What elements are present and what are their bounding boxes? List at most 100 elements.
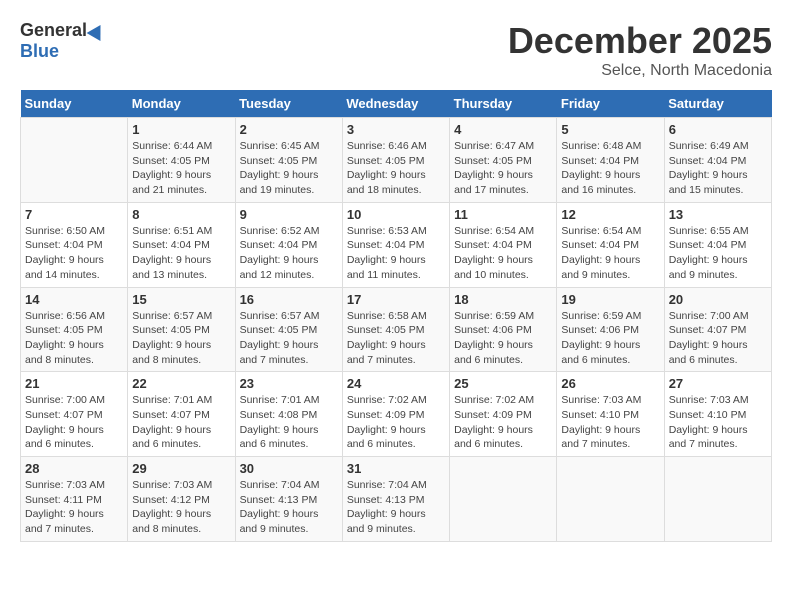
day-number: 20: [669, 292, 767, 307]
calendar-cell: 25Sunrise: 7:02 AM Sunset: 4:09 PM Dayli…: [450, 372, 557, 457]
calendar-cell: 28 Sunrise: 7:03 AM Sunset: 4:11 PM Dayli…: [21, 457, 128, 542]
day-number: 30: [240, 461, 338, 476]
calendar-cell: 24 Sunrise: 7:02 AM Sunset: 4:09 PM Dayli…: [342, 372, 449, 457]
week-row-4: 28 Sunrise: 7:03 AM Sunset: 4:11 PM Dayli…: [21, 457, 772, 542]
day-number: 17: [347, 292, 445, 307]
day-info: Sunrise: 6:59 AM Sunset: 4:06 PM Dayligh…: [454, 309, 552, 368]
day-info: Sunrise: 6:44 AM Sunset: 4:05 PM Dayligh…: [132, 139, 230, 198]
calendar-cell: 27Sunrise: 7:03 AM Sunset: 4:10 PM Dayli…: [664, 372, 771, 457]
day-info: Sunrise: 7:00 AM Sunset: 4:07 PM Dayligh…: [669, 309, 767, 368]
logo-blue-text: Blue: [20, 41, 59, 62]
calendar-cell: 26Sunrise: 7:03 AM Sunset: 4:10 PM Dayli…: [557, 372, 664, 457]
calendar-cell: 22Sunrise: 7:01 AM Sunset: 4:07 PM Dayli…: [128, 372, 235, 457]
day-number: 8: [132, 207, 230, 222]
day-number: 18: [454, 292, 552, 307]
day-number: 11: [454, 207, 552, 222]
weekday-header-monday: Monday: [128, 90, 235, 118]
title-block: December 2025 Selce, North Macedonia: [508, 20, 772, 80]
weekday-row: SundayMondayTuesdayWednesdayThursdayFrid…: [21, 90, 772, 118]
day-info: Sunrise: 7:03 AM Sunset: 4:12 PM Dayligh…: [132, 478, 230, 537]
calendar-cell: 3Sunrise: 6:46 AM Sunset: 4:05 PM Daylig…: [342, 118, 449, 203]
day-info: Sunrise: 6:45 AM Sunset: 4:05 PM Dayligh…: [240, 139, 338, 198]
day-number: 2: [240, 122, 338, 137]
day-number: 5: [561, 122, 659, 137]
calendar-cell: 1 Sunrise: 6:44 AM Sunset: 4:05 PM Daylig…: [128, 118, 235, 203]
calendar-cell: 30 Sunrise: 7:04 AM Sunset: 4:13 PM Dayli…: [235, 457, 342, 542]
day-info: Sunrise: 7:02 AM Sunset: 4:09 PM Dayligh…: [347, 393, 445, 452]
calendar-cell: 23 Sunrise: 7:01 AM Sunset: 4:08 PM Dayli…: [235, 372, 342, 457]
page-header: General Blue December 2025 Selce, North …: [20, 20, 772, 80]
calendar-title: December 2025: [508, 20, 772, 62]
day-info: Sunrise: 6:46 AM Sunset: 4:05 PM Dayligh…: [347, 139, 445, 198]
calendar-cell: 9 Sunrise: 6:52 AM Sunset: 4:04 PM Daylig…: [235, 202, 342, 287]
day-info: Sunrise: 6:47 AM Sunset: 4:05 PM Dayligh…: [454, 139, 552, 198]
calendar-cell: 29 Sunrise: 7:03 AM Sunset: 4:12 PM Dayli…: [128, 457, 235, 542]
day-number: 16: [240, 292, 338, 307]
calendar-header: SundayMondayTuesdayWednesdayThursdayFrid…: [21, 90, 772, 118]
calendar-cell: 5 Sunrise: 6:48 AM Sunset: 4:04 PM Daylig…: [557, 118, 664, 203]
day-number: 9: [240, 207, 338, 222]
day-number: 7: [25, 207, 123, 222]
day-info: Sunrise: 6:51 AM Sunset: 4:04 PM Dayligh…: [132, 224, 230, 283]
day-number: 10: [347, 207, 445, 222]
week-row-1: 7 Sunrise: 6:50 AM Sunset: 4:04 PM Daylig…: [21, 202, 772, 287]
day-info: Sunrise: 7:04 AM Sunset: 4:13 PM Dayligh…: [240, 478, 338, 537]
calendar-cell: 18 Sunrise: 6:59 AM Sunset: 4:06 PM Dayli…: [450, 287, 557, 372]
calendar-body: 1 Sunrise: 6:44 AM Sunset: 4:05 PM Daylig…: [21, 118, 772, 542]
logo-icon: [87, 20, 108, 40]
day-info: Sunrise: 6:58 AM Sunset: 4:05 PM Dayligh…: [347, 309, 445, 368]
calendar-cell: [664, 457, 771, 542]
day-number: 23: [240, 376, 338, 391]
day-number: 19: [561, 292, 659, 307]
calendar-cell: 13Sunrise: 6:55 AM Sunset: 4:04 PM Dayli…: [664, 202, 771, 287]
weekday-header-wednesday: Wednesday: [342, 90, 449, 118]
weekday-header-sunday: Sunday: [21, 90, 128, 118]
logo-general-text: General: [20, 20, 87, 41]
day-info: Sunrise: 6:57 AM Sunset: 4:05 PM Dayligh…: [132, 309, 230, 368]
calendar-cell: [557, 457, 664, 542]
day-number: 24: [347, 376, 445, 391]
day-info: Sunrise: 6:48 AM Sunset: 4:04 PM Dayligh…: [561, 139, 659, 198]
logo: General Blue: [20, 20, 105, 62]
calendar-cell: 7 Sunrise: 6:50 AM Sunset: 4:04 PM Daylig…: [21, 202, 128, 287]
day-info: Sunrise: 6:57 AM Sunset: 4:05 PM Dayligh…: [240, 309, 338, 368]
calendar-cell: 15 Sunrise: 6:57 AM Sunset: 4:05 PM Dayli…: [128, 287, 235, 372]
day-number: 21: [25, 376, 123, 391]
day-number: 6: [669, 122, 767, 137]
calendar-cell: 10 Sunrise: 6:53 AM Sunset: 4:04 PM Dayli…: [342, 202, 449, 287]
day-number: 28: [25, 461, 123, 476]
day-info: Sunrise: 7:03 AM Sunset: 4:11 PM Dayligh…: [25, 478, 123, 537]
calendar-cell: 20 Sunrise: 7:00 AM Sunset: 4:07 PM Dayli…: [664, 287, 771, 372]
calendar-cell: 16 Sunrise: 6:57 AM Sunset: 4:05 PM Dayli…: [235, 287, 342, 372]
calendar-table: SundayMondayTuesdayWednesdayThursdayFrid…: [20, 90, 772, 542]
day-number: 4: [454, 122, 552, 137]
day-info: Sunrise: 6:56 AM Sunset: 4:05 PM Dayligh…: [25, 309, 123, 368]
day-info: Sunrise: 6:49 AM Sunset: 4:04 PM Dayligh…: [669, 139, 767, 198]
calendar-cell: 4 Sunrise: 6:47 AM Sunset: 4:05 PM Daylig…: [450, 118, 557, 203]
weekday-header-thursday: Thursday: [450, 90, 557, 118]
day-info: Sunrise: 6:50 AM Sunset: 4:04 PM Dayligh…: [25, 224, 123, 283]
day-info: Sunrise: 6:52 AM Sunset: 4:04 PM Dayligh…: [240, 224, 338, 283]
calendar-cell: 2 Sunrise: 6:45 AM Sunset: 4:05 PM Daylig…: [235, 118, 342, 203]
calendar-cell: 21Sunrise: 7:00 AM Sunset: 4:07 PM Dayli…: [21, 372, 128, 457]
day-number: 29: [132, 461, 230, 476]
calendar-cell: 14 Sunrise: 6:56 AM Sunset: 4:05 PM Dayli…: [21, 287, 128, 372]
day-info: Sunrise: 7:01 AM Sunset: 4:08 PM Dayligh…: [240, 393, 338, 452]
day-info: Sunrise: 6:53 AM Sunset: 4:04 PM Dayligh…: [347, 224, 445, 283]
day-number: 22: [132, 376, 230, 391]
day-number: 15: [132, 292, 230, 307]
week-row-2: 14 Sunrise: 6:56 AM Sunset: 4:05 PM Dayli…: [21, 287, 772, 372]
day-info: Sunrise: 7:03 AM Sunset: 4:10 PM Dayligh…: [669, 393, 767, 452]
calendar-cell: 6 Sunrise: 6:49 AM Sunset: 4:04 PM Daylig…: [664, 118, 771, 203]
day-info: Sunrise: 7:04 AM Sunset: 4:13 PM Dayligh…: [347, 478, 445, 537]
calendar-cell: [21, 118, 128, 203]
day-info: Sunrise: 6:54 AM Sunset: 4:04 PM Dayligh…: [561, 224, 659, 283]
weekday-header-tuesday: Tuesday: [235, 90, 342, 118]
day-info: Sunrise: 6:59 AM Sunset: 4:06 PM Dayligh…: [561, 309, 659, 368]
calendar-cell: 19 Sunrise: 6:59 AM Sunset: 4:06 PM Dayli…: [557, 287, 664, 372]
calendar-cell: 8 Sunrise: 6:51 AM Sunset: 4:04 PM Daylig…: [128, 202, 235, 287]
day-number: 14: [25, 292, 123, 307]
calendar-cell: [450, 457, 557, 542]
day-number: 13: [669, 207, 767, 222]
day-number: 1: [132, 122, 230, 137]
